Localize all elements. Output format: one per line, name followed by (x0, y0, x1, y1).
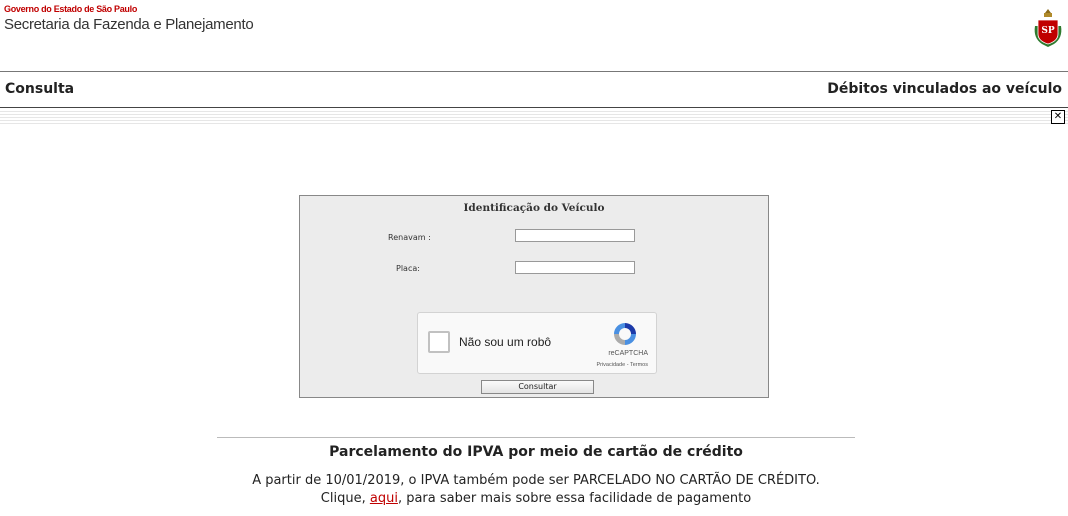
header-branding: Governo do Estado de São Paulo Secretari… (4, 4, 254, 33)
recaptcha-widget: Não sou um robô reCAPTCHA Privacidade - … (417, 312, 657, 374)
header-divider (0, 71, 1068, 72)
recaptcha-brand: reCAPTCHA (608, 350, 648, 357)
vehicle-form: Identificação do Veículo Renavam : Placa… (299, 195, 769, 398)
titlebar-divider (0, 107, 1068, 108)
recaptcha-checkbox[interactable] (428, 331, 450, 353)
promo-divider (217, 437, 855, 438)
promo-line2-prefix: Clique (320, 491, 362, 506)
placa-input[interactable] (515, 261, 635, 274)
placa-label: Placa: (396, 264, 420, 273)
renavam-input[interactable] (515, 229, 635, 242)
recaptcha-icon (614, 323, 636, 345)
logo-text: SP (1041, 26, 1054, 36)
recaptcha-label: Não sou um robô (459, 335, 552, 349)
recaptcha-links[interactable]: Privacidade - Termos (596, 362, 648, 368)
sp-coat-of-arms-logo: SP (1032, 8, 1064, 48)
striped-band (0, 109, 1068, 126)
secretaria-name: Secretaria da Fazenda e Planejamento (4, 16, 254, 33)
promo-line1: A partir de 10/01/2019, o IPVA também po… (252, 473, 820, 488)
promo-line2: Clique, aqui, para saber mais sobre essa… (320, 491, 752, 506)
renavam-label: Renavam : (388, 233, 431, 242)
promo-line2-suffix: para saber mais sobre essa facilidade de… (406, 491, 752, 506)
promo-here-link[interactable]: aqui (370, 491, 398, 506)
promo-text: A partir de 10/01/2019, o IPVA também po… (240, 472, 832, 508)
form-title: Identificação do Veículo (463, 202, 605, 214)
promo-title: Parcelamento do IPVA por meio de cartão … (329, 444, 743, 460)
page-title: Consulta (5, 81, 75, 97)
close-button[interactable]: ✕ (1051, 110, 1065, 124)
close-icon: ✕ (1053, 111, 1063, 122)
consultar-button[interactable]: Consultar (481, 380, 594, 394)
page-subtitle: Débitos vinculados ao veículo (827, 81, 1062, 97)
gov-name: Governo do Estado de São Paulo (4, 4, 138, 14)
